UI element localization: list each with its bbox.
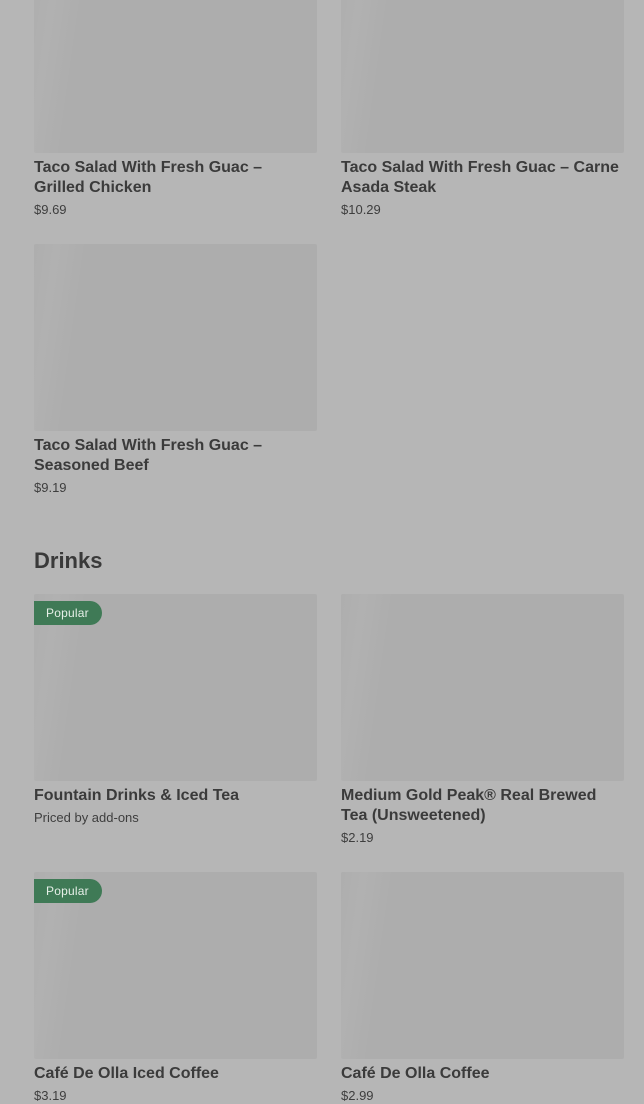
menu-item-name: Taco Salad With Fresh Guac – Carne Asada…	[341, 159, 619, 196]
menu-item-image	[341, 594, 624, 781]
menu-item-name: Café De Olla Iced Coffee	[34, 1065, 219, 1082]
menu-item-price: Priced by add-ons	[34, 810, 139, 825]
menu-item-image	[34, 244, 317, 431]
menu-item-image	[341, 0, 624, 153]
menu-item-price: $2.19	[341, 830, 374, 845]
menu-item-price: $10.29	[341, 202, 381, 217]
menu-item-name: Fountain Drinks & Iced Tea	[34, 787, 240, 804]
menu-item-name: Café De Olla Coffee	[341, 1065, 490, 1082]
section-heading-drinks: Drinks	[34, 548, 103, 573]
popular-badge: Popular	[34, 879, 102, 903]
menu-item-image: Popular	[34, 872, 317, 1059]
menu-item-card[interactable]: Popular Fountain Drinks & Iced Tea Price…	[34, 594, 317, 826]
menu-item-card[interactable]: Taco Salad With Fresh Guac – Grilled Chi…	[34, 0, 317, 218]
popular-badge: Popular	[34, 601, 102, 625]
menu-item-card[interactable]: Popular Café De Olla Iced Coffee $3.19	[34, 872, 317, 1104]
menu-item-price: $3.19	[34, 1088, 67, 1103]
menu-item-price: $9.19	[34, 480, 67, 495]
menu-item-name: Medium Gold Peak® Real Brewed Tea (Unswe…	[341, 787, 597, 824]
menu-item-name: Taco Salad With Fresh Guac – Grilled Chi…	[34, 159, 263, 196]
menu-item-name: Taco Salad With Fresh Guac – Seasoned Be…	[34, 437, 263, 474]
menu-item-card[interactable]: Café De Olla Coffee $2.99	[341, 872, 624, 1104]
menu-item-price: $2.99	[341, 1088, 374, 1103]
menu-item-image	[341, 872, 624, 1059]
menu-item-card[interactable]: Taco Salad With Fresh Guac – Carne Asada…	[341, 0, 624, 218]
menu-item-price: $9.69	[34, 202, 67, 217]
menu-item-image: Popular	[34, 594, 317, 781]
menu-item-image	[34, 0, 317, 153]
menu-item-card[interactable]: Taco Salad With Fresh Guac – Seasoned Be…	[34, 244, 317, 496]
menu-item-card[interactable]: Medium Gold Peak® Real Brewed Tea (Unswe…	[341, 594, 624, 846]
